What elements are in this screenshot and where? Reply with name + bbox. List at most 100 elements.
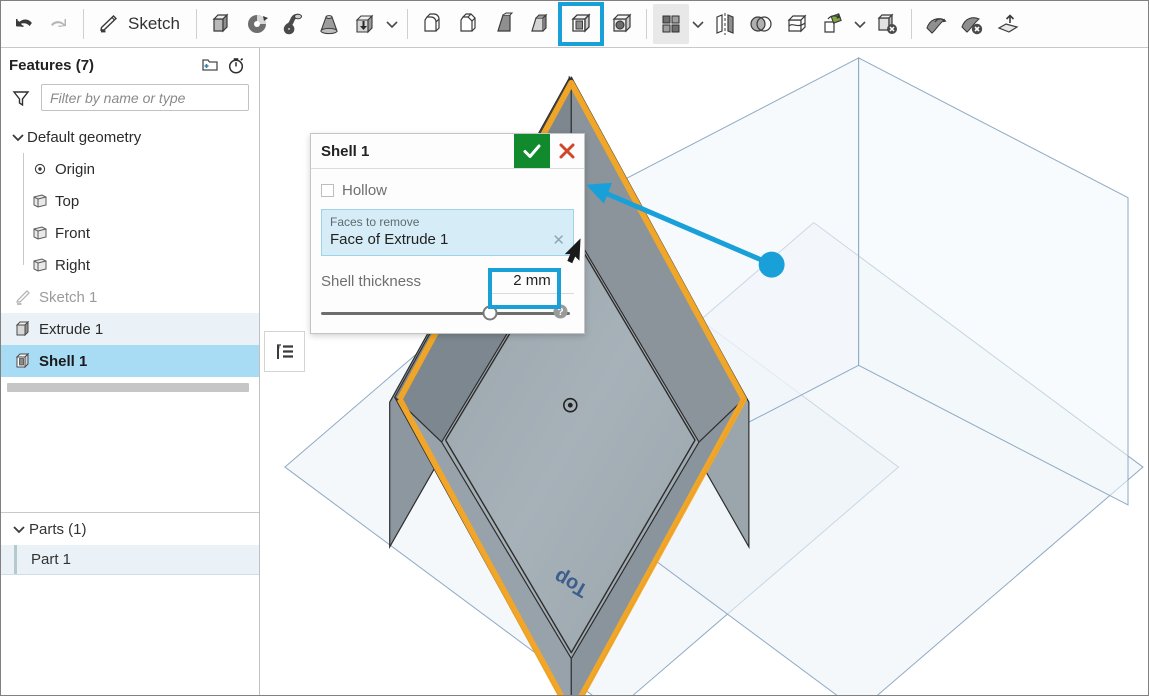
offset-surface-icon bbox=[926, 18, 947, 34]
filter-button[interactable] bbox=[9, 86, 33, 110]
loft-tool-button[interactable] bbox=[311, 4, 347, 44]
pattern-grid-icon bbox=[662, 15, 680, 33]
chevron-down-icon[interactable] bbox=[9, 130, 27, 144]
transform-tool-button[interactable] bbox=[815, 4, 851, 44]
redo-button[interactable] bbox=[41, 4, 77, 44]
rollback-button[interactable] bbox=[223, 53, 249, 77]
offset-surface-tool-button[interactable] bbox=[918, 4, 954, 44]
shell-thickness-slider-row: ? bbox=[321, 303, 574, 323]
clear-x-icon[interactable]: ✕ bbox=[552, 233, 565, 248]
faces-to-remove-field[interactable]: Faces to remove Face of Extrude 1 ✕ bbox=[321, 209, 574, 256]
part-label: Part 1 bbox=[31, 551, 72, 568]
hollow-checkbox-row[interactable]: Hollow bbox=[321, 177, 574, 203]
chevron-down-icon[interactable] bbox=[9, 522, 29, 536]
move-face-icon bbox=[997, 14, 1019, 33]
hollow-checkbox[interactable] bbox=[321, 183, 334, 197]
tree-item-label: Extrude 1 bbox=[39, 320, 104, 338]
extrude-feature-icon bbox=[11, 319, 37, 339]
checkmark-icon bbox=[523, 144, 541, 158]
dialog-header: Shell 1 bbox=[311, 134, 584, 169]
sketch-pencil-icon bbox=[100, 15, 118, 33]
tree-item-sketch-1[interactable]: Sketch 1 bbox=[1, 281, 259, 313]
fillet-tool-button[interactable] bbox=[414, 4, 450, 44]
mirror-tool-button[interactable] bbox=[707, 4, 743, 44]
move-face-tool-button[interactable] bbox=[990, 4, 1026, 44]
shell-feature-icon bbox=[11, 351, 37, 371]
split-tool-button[interactable] bbox=[779, 4, 815, 44]
rib-tool-button[interactable] bbox=[486, 4, 522, 44]
parts-section: Parts (1) Part 1 bbox=[1, 512, 259, 575]
extrude-icon bbox=[212, 13, 229, 33]
shell-tool-button[interactable] bbox=[557, 2, 604, 46]
transform-dropdown-chevron[interactable] bbox=[851, 4, 869, 44]
sidebar-bottom-area bbox=[1, 575, 259, 695]
sweep-icon bbox=[283, 13, 302, 35]
x-close-icon bbox=[559, 143, 575, 159]
toolbar-divider-2 bbox=[195, 9, 197, 39]
parts-title: Parts (1) bbox=[29, 520, 87, 538]
plane-icon bbox=[27, 192, 53, 210]
features-header: Features (7) bbox=[1, 48, 259, 80]
pattern-tool-button[interactable] bbox=[652, 4, 689, 44]
tree-item-right-plane[interactable]: Right bbox=[1, 249, 259, 281]
hollow-label: Hollow bbox=[342, 181, 388, 199]
tree-item-origin[interactable]: Origin bbox=[1, 153, 259, 185]
sweep-tool-button[interactable] bbox=[275, 4, 311, 44]
plane-icon bbox=[27, 224, 53, 242]
chamfer-tool-button[interactable] bbox=[450, 4, 486, 44]
tree-item-extrude-1[interactable]: Extrude 1 bbox=[1, 313, 259, 345]
rib-icon bbox=[497, 12, 514, 32]
revolve-tool-button[interactable] bbox=[239, 4, 275, 44]
tree-item-default-geometry[interactable]: Default geometry bbox=[1, 121, 259, 153]
slider-knob[interactable] bbox=[482, 305, 498, 321]
tree-item-label: Front bbox=[55, 224, 91, 242]
delete-face-tool-button[interactable] bbox=[954, 4, 990, 44]
tree-item-top-plane[interactable]: Top bbox=[1, 185, 259, 217]
thicken-dropdown-chevron[interactable] bbox=[383, 4, 401, 44]
pattern-dropdown-chevron[interactable] bbox=[689, 4, 707, 44]
draft-tool-button[interactable] bbox=[522, 4, 558, 44]
delete-face-icon bbox=[961, 17, 983, 35]
sketch-button[interactable]: Sketch bbox=[90, 4, 190, 44]
filter-input[interactable] bbox=[41, 84, 249, 111]
parts-header[interactable]: Parts (1) bbox=[1, 513, 259, 545]
shell-icon bbox=[571, 13, 591, 33]
origin-point-icon bbox=[27, 161, 53, 177]
boolean-circles-icon bbox=[750, 16, 772, 32]
help-question-icon[interactable]: ? bbox=[553, 304, 568, 319]
revolve-icon bbox=[247, 15, 268, 33]
thicken-tool-button[interactable] bbox=[347, 4, 383, 44]
cad-application-window: Sketch Features (7) Filter by name or ty… bbox=[0, 0, 1149, 696]
thicken-box-icon bbox=[355, 14, 374, 34]
dialog-accept-button[interactable] bbox=[514, 134, 550, 168]
faces-to-remove-caption: Faces to remove bbox=[330, 215, 420, 229]
dialog-title[interactable]: Shell 1 bbox=[311, 134, 514, 168]
extrude-tool-button[interactable] bbox=[203, 4, 239, 44]
stopwatch-icon bbox=[228, 58, 244, 74]
toolbar-divider-5 bbox=[910, 9, 912, 39]
tree-item-shell-1[interactable]: Shell 1 bbox=[1, 345, 259, 377]
toolbar-divider-3 bbox=[406, 9, 408, 39]
dialog-cancel-button[interactable] bbox=[550, 134, 584, 168]
loft-icon bbox=[320, 15, 338, 35]
chamfer-icon bbox=[460, 13, 476, 32]
tree-item-front-plane[interactable]: Front bbox=[1, 217, 259, 249]
tree-item-label: Right bbox=[55, 256, 91, 274]
shell-thickness-label: Shell thickness bbox=[321, 272, 422, 290]
boolean-tool-button[interactable] bbox=[743, 4, 779, 44]
part-list-item[interactable]: Part 1 bbox=[1, 545, 259, 575]
shell-feature-dialog[interactable]: Shell 1 Hollow Faces to remove Face of E… bbox=[310, 133, 585, 334]
dialog-body: Hollow Faces to remove Face of Extrude 1… bbox=[311, 169, 584, 333]
shell-thickness-slider[interactable] bbox=[321, 305, 570, 321]
horizontal-scrollbar[interactable] bbox=[7, 383, 249, 392]
delete-part-icon bbox=[877, 13, 897, 34]
hole-tool-button[interactable] bbox=[604, 4, 640, 44]
plane-icon bbox=[27, 256, 53, 274]
new-folder-button[interactable] bbox=[197, 53, 223, 77]
undo-button[interactable] bbox=[5, 4, 41, 44]
delete-part-tool-button[interactable] bbox=[869, 4, 905, 44]
undo-arrow-icon bbox=[16, 19, 32, 27]
shell-thickness-input[interactable] bbox=[490, 268, 574, 294]
tree-item-label: Default geometry bbox=[27, 128, 142, 146]
features-sidebar: Features (7) Filter by name or type Defa… bbox=[1, 48, 260, 695]
